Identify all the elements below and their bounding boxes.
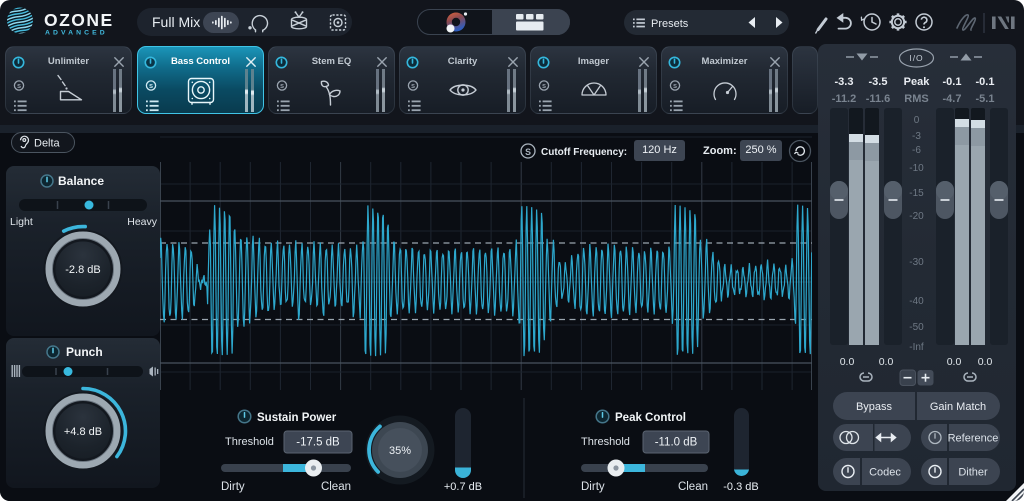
svg-text:-3.3: -3.3 (835, 76, 854, 88)
svg-text:0.0: 0.0 (947, 356, 962, 368)
svg-text:Threshold: Threshold (225, 436, 274, 448)
svg-text:Gain Match: Gain Match (930, 401, 986, 413)
svg-text:Cutoff Frequency:: Cutoff Frequency: (541, 147, 627, 158)
svg-text:-20: -20 (909, 211, 924, 222)
svg-text:-10: -10 (909, 163, 924, 174)
svg-text:Threshold: Threshold (581, 436, 630, 448)
svg-text:Bypass: Bypass (856, 401, 893, 413)
svg-text:RMS: RMS (904, 93, 928, 105)
svg-text:S: S (542, 84, 546, 90)
svg-text:Punch: Punch (66, 345, 103, 359)
svg-text:+4.8 dB: +4.8 dB (64, 426, 102, 438)
svg-text:-15: -15 (909, 188, 924, 199)
svg-text:Balance: Balance (58, 174, 104, 188)
svg-text:-2.8 dB: -2.8 dB (65, 264, 100, 276)
svg-text:Dirty: Dirty (221, 481, 245, 493)
svg-text:-6: -6 (912, 145, 921, 156)
svg-text:Delta: Delta (34, 138, 61, 150)
svg-text:S: S (525, 147, 531, 157)
svg-text:Clean: Clean (321, 481, 351, 493)
svg-text:S: S (411, 84, 415, 90)
svg-text:-11.2: -11.2 (832, 93, 856, 105)
svg-text:-5.1: -5.1 (976, 93, 995, 105)
svg-text:-3.5: -3.5 (869, 76, 888, 88)
svg-text:Peak: Peak (904, 76, 931, 88)
svg-text:Light: Light (10, 216, 33, 228)
svg-text:S: S (17, 84, 21, 90)
svg-text:Reference: Reference (948, 433, 999, 445)
svg-text:Dither: Dither (958, 467, 988, 479)
svg-text:Heavy: Heavy (127, 216, 158, 228)
svg-text:-0.3 dB: -0.3 dB (723, 481, 758, 493)
svg-text:35%: 35% (389, 445, 411, 457)
svg-text:S: S (673, 84, 677, 90)
svg-text:I/O: I/O (909, 53, 923, 63)
svg-text:-17.5 dB: -17.5 dB (296, 437, 340, 449)
svg-text:Peak Control: Peak Control (615, 412, 686, 424)
svg-text:-0.1: -0.1 (943, 76, 962, 88)
svg-text:Presets: Presets (651, 18, 689, 30)
svg-text:0.0: 0.0 (840, 356, 855, 368)
svg-text:+0.7 dB: +0.7 dB (444, 481, 482, 493)
svg-text:0: 0 (914, 115, 920, 126)
svg-text:0.0: 0.0 (978, 356, 993, 368)
svg-text:-50: -50 (909, 322, 924, 333)
svg-text:-3: -3 (912, 131, 921, 142)
svg-text:-0.1: -0.1 (976, 76, 995, 88)
svg-text:-30: -30 (909, 257, 924, 268)
svg-text:Codec: Codec (869, 467, 901, 479)
svg-text:-4.7: -4.7 (943, 93, 962, 105)
svg-text:-40: -40 (909, 296, 924, 307)
svg-text:Clean: Clean (678, 481, 708, 493)
svg-text:-11.0 dB: -11.0 dB (655, 437, 698, 449)
svg-text:Sustain Power: Sustain Power (257, 412, 337, 424)
svg-text:S: S (280, 84, 284, 90)
svg-text:-11.6: -11.6 (866, 93, 890, 105)
svg-text:ADVANCED: ADVANCED (45, 30, 108, 37)
svg-text:0.0: 0.0 (879, 356, 894, 368)
svg-text:-Inf: -Inf (909, 342, 924, 353)
svg-text:Dirty: Dirty (581, 481, 605, 493)
svg-text:OZONE: OZONE (44, 10, 114, 30)
svg-text:S: S (149, 84, 153, 90)
